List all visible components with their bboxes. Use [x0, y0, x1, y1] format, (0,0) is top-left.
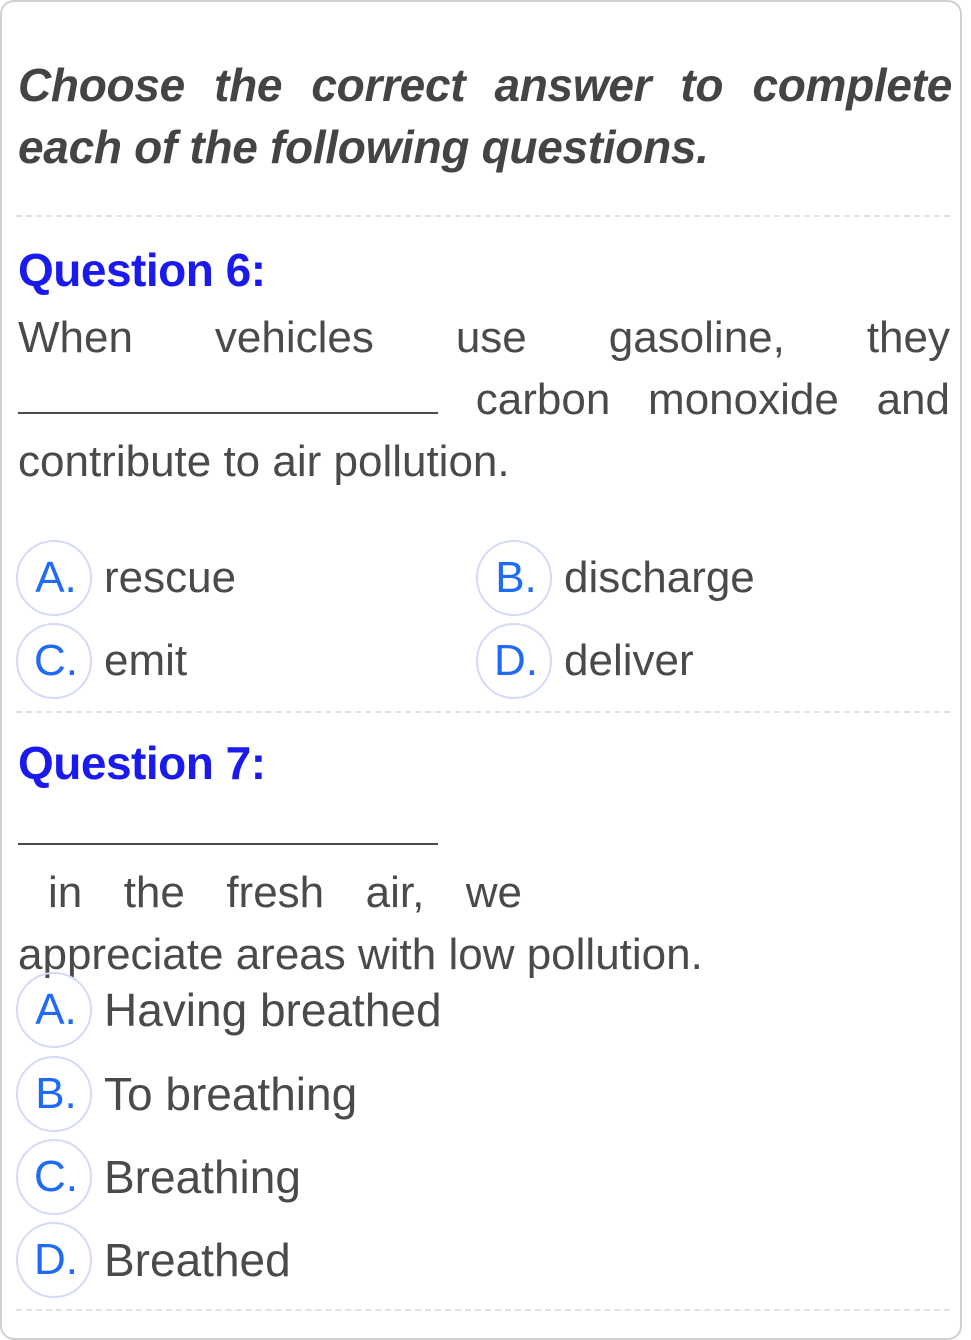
option-text: Having breathed [104, 984, 442, 1036]
option-text: deliver [564, 636, 694, 685]
question-6-line-1: When vehicles use gasoline, they [18, 307, 950, 369]
option-text: emit [104, 636, 188, 685]
divider [16, 215, 950, 217]
question-6-option-a[interactable]: A. rescue [16, 538, 236, 618]
word: vehicles [214, 313, 374, 362]
option-text: rescue [104, 553, 237, 602]
divider [16, 1309, 950, 1311]
answer-blank [18, 809, 438, 845]
question-7-option-d[interactable]: D. Breathed [16, 1220, 291, 1300]
option-letter-circle: A. [16, 540, 92, 616]
option-text: Breathed [104, 1234, 291, 1286]
line-text: in the fresh air, we [48, 868, 522, 917]
option-letter-circle: D. [16, 1222, 92, 1298]
question-6-title: Question 6: [18, 244, 266, 296]
option-letter-circle: A. [16, 972, 92, 1048]
word: use [455, 313, 527, 362]
option-letter-circle: B. [16, 1056, 92, 1132]
word: gasoline, [608, 313, 785, 362]
question-7-option-c[interactable]: C. Breathing [16, 1137, 301, 1217]
option-letter-circle: C. [16, 623, 92, 699]
question-7-text: in the fresh air, we appreciate areas wi… [18, 800, 950, 986]
word: When [18, 313, 133, 362]
option-letter-circle: C. [16, 1139, 92, 1215]
option-letter-circle: D. [476, 623, 552, 699]
question-6-option-d[interactable]: D. deliver [476, 621, 694, 701]
question-6-option-c[interactable]: C. emit [16, 621, 187, 701]
question-7-option-b[interactable]: B. To breathing [16, 1054, 357, 1134]
word: monoxide [648, 375, 839, 424]
question-6-option-b[interactable]: B. discharge [476, 538, 755, 618]
instruction-text: Choose the correct answer to complete ea… [18, 59, 952, 173]
quiz-card: Choose the correct answer to complete ea… [0, 0, 962, 1340]
word: they [866, 313, 950, 362]
option-letter-circle: B. [476, 540, 552, 616]
word: and [876, 375, 950, 424]
question-6-line-2: carbon monoxide and [18, 369, 950, 431]
question-7-option-a[interactable]: A. Having breathed [16, 970, 442, 1050]
divider [16, 711, 950, 713]
word: carbon [475, 375, 611, 424]
question-7-line-1: in the fresh air, we [18, 800, 950, 924]
option-text: discharge [564, 553, 755, 602]
question-6-line-3: contribute to air pollution. [18, 437, 510, 486]
answer-blank [18, 378, 438, 414]
question-6-text: When vehicles use gasoline, they carbon … [18, 307, 950, 493]
option-text: Breathing [104, 1151, 301, 1203]
question-7-title: Question 7: [18, 737, 266, 789]
option-text: To breathing [104, 1068, 358, 1120]
